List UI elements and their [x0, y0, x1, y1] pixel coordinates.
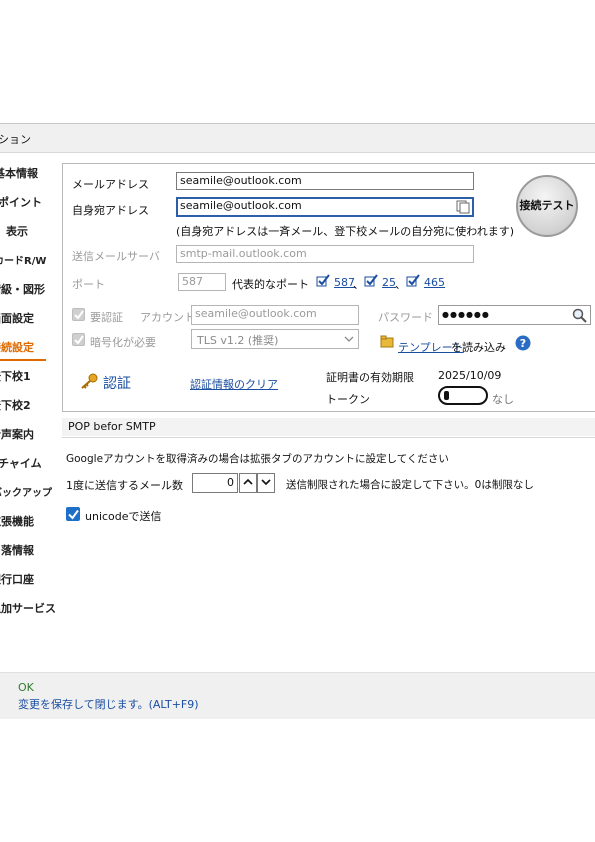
sidebar-item-basic[interactable]: 基本情報 [0, 165, 38, 181]
port-check-icon [316, 274, 330, 287]
auth-required-checkbox[interactable] [72, 308, 85, 321]
self-address-label: 自身宛アドレス [72, 204, 149, 217]
encryption-label: 暗号化が必要 [90, 336, 156, 349]
window-title: ション [0, 133, 31, 146]
folder-icon [380, 335, 394, 348]
sidebar-item-screen[interactable]: 画面設定 [0, 310, 34, 326]
token-state: なし [492, 393, 514, 406]
unicode-checkbox[interactable] [66, 507, 80, 521]
unicode-label: unicodeで送信 [85, 510, 162, 523]
window-titlebar: ション [0, 123, 595, 153]
encryption-select-value: TLS v1.2 (推奨) [197, 334, 279, 347]
per-send-input[interactable]: 0 [192, 473, 238, 493]
token-label: トークン [326, 393, 370, 406]
google-note: Googleアカウントを取得済みの場合は拡張タブのアカウントに設定してください [66, 453, 449, 465]
port-sep-2: 、 [395, 278, 406, 291]
spin-up-button[interactable] [239, 473, 257, 493]
email-field[interactable]: seamile@outlook.com [176, 172, 474, 190]
port-check-icon [364, 274, 378, 287]
chevron-down-icon [261, 479, 271, 486]
auth-button[interactable]: 認証 [103, 373, 131, 393]
password-value: ●●●●●● [442, 310, 490, 319]
encryption-checkbox[interactable] [72, 333, 85, 346]
account-label: アカウント [140, 311, 195, 324]
port-label: ポート [72, 278, 105, 291]
footer-bar: OK 変更を保存して閉じます。(ALT+F9) [0, 672, 595, 719]
password-field[interactable]: ●●●●●● [438, 305, 591, 325]
sidebar-item-addon[interactable]: 追加サービス [0, 600, 56, 616]
port-field[interactable]: 587 [178, 273, 226, 291]
pop-header-label: POP befor SMTP [68, 420, 156, 433]
active-tab-underline [0, 359, 46, 361]
sidebar-item-backup[interactable]: バックアップ [0, 484, 52, 499]
self-address-value: seamile@outlook.com [180, 199, 302, 212]
chevron-down-icon [344, 336, 354, 342]
divider [62, 437, 595, 438]
sidebar-item-school2[interactable]: 登下校2 [0, 397, 31, 413]
sidebar-item-point[interactable]: ポイント [0, 194, 42, 210]
self-address-note: (自身宛アドレスは一斉メール、登下校メールの自分宛に使われます) [176, 225, 515, 238]
token-toggle[interactable] [438, 386, 488, 405]
template-suffix: を読み込み [451, 341, 506, 354]
email-label: メールアドレス [72, 178, 149, 191]
ok-description: 変更を保存して閉じます。(ALT+F9) [18, 698, 199, 711]
port-25-link[interactable]: 25 [382, 276, 396, 289]
sidebar-item-connection[interactable]: 接続設定 [0, 339, 34, 355]
per-send-label: 1度に送信するメール数 [66, 479, 183, 492]
sidebar-item-rank[interactable]: 階級・図形 [0, 281, 45, 297]
password-label: パスワード [378, 311, 433, 324]
port-465-link[interactable]: 465 [424, 276, 445, 289]
sidebar-item-chime[interactable]: チャイム [0, 455, 42, 471]
sidebar-item-voice[interactable]: 音声案内 [0, 426, 34, 442]
smtp-label: 送信メールサーバ [72, 250, 160, 263]
spin-down-button[interactable] [257, 473, 275, 493]
self-address-field[interactable]: seamile@outlook.com [176, 197, 474, 217]
cert-expiry-label: 証明書の有効期限 [326, 371, 414, 384]
cert-expiry-value: 2025/10/09 [438, 369, 502, 382]
reveal-password-icon[interactable] [572, 308, 587, 323]
svg-text:?: ? [520, 337, 526, 350]
encryption-select[interactable]: TLS v1.2 (推奨) [191, 329, 359, 349]
clear-auth-link[interactable]: 認証情報のクリア [190, 376, 278, 392]
auth-required-label: 要認証 [90, 311, 123, 324]
sidebar-item-debit[interactable]: 引落情報 [0, 542, 34, 558]
common-ports-label: 代表的なポート [232, 278, 309, 291]
port-check-icon [406, 274, 420, 287]
port-sep-1: 、 [353, 278, 364, 291]
chevron-up-icon [243, 478, 253, 485]
ok-button[interactable]: OK [18, 681, 34, 694]
sidebar-item-display[interactable]: 表示 [6, 223, 28, 239]
pop-section-header: POP befor SMTP [62, 418, 595, 436]
port-587-link[interactable]: 587 [334, 276, 355, 289]
sidebar-item-card-rw[interactable]: カードR/W [0, 252, 46, 267]
key-icon [81, 373, 98, 389]
copy-icon[interactable] [456, 200, 470, 214]
account-field[interactable]: seamile@outlook.com [191, 305, 359, 325]
sidebar-item-extension[interactable]: 拡張機能 [0, 513, 34, 529]
sidebar-item-bank[interactable]: 銀行口座 [0, 571, 34, 587]
sidebar-item-school1[interactable]: 登下校1 [0, 368, 31, 384]
smtp-field[interactable]: smtp-mail.outlook.com [176, 245, 474, 263]
per-send-note: 送信制限された場合に設定して下さい。0は制限なし [286, 479, 534, 491]
help-icon[interactable]: ? [515, 335, 531, 351]
connection-test-button[interactable]: 接続テスト [516, 175, 578, 237]
